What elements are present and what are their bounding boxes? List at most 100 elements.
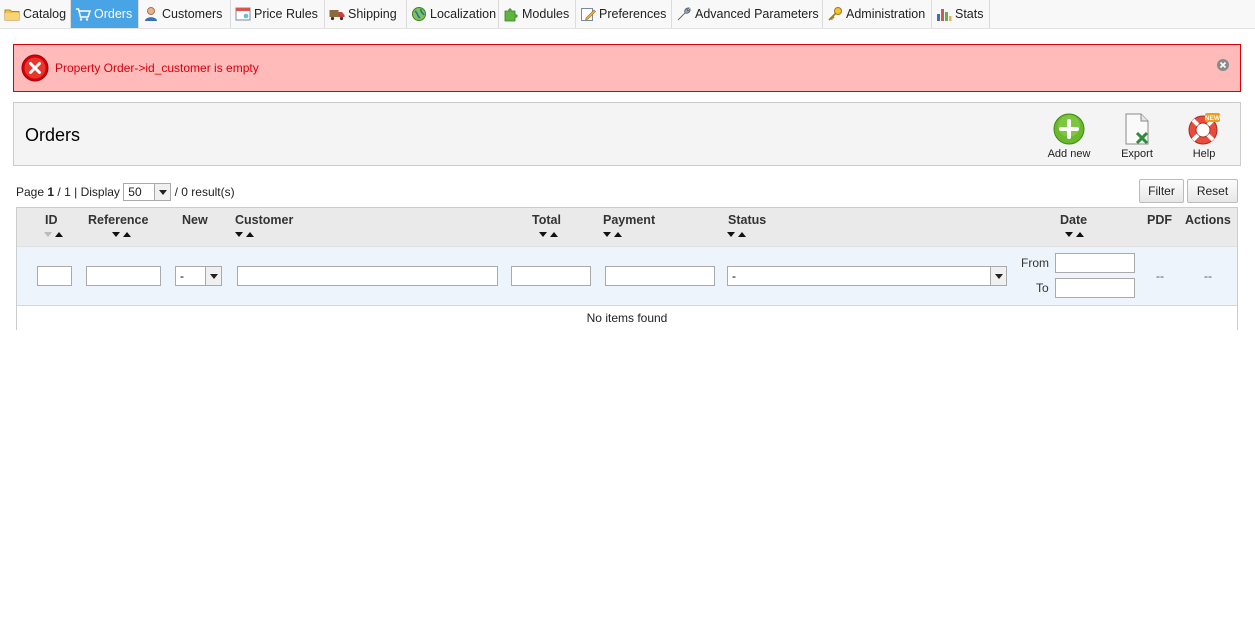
nav-item-modules[interactable]: Modules [499, 0, 576, 28]
nav-item-label: Administration [846, 7, 926, 21]
filter-new-value: - [180, 269, 184, 283]
nav-item-preferences[interactable]: Preferences [576, 0, 672, 28]
sort-desc-icon[interactable] [727, 232, 735, 237]
column-header-status: Status [728, 213, 767, 227]
column-header-total: Total [532, 213, 561, 227]
nav-item-label: Shipping [348, 7, 397, 21]
sort-asc-icon[interactable] [1076, 232, 1084, 237]
nav-item-catalog[interactable]: Catalog [0, 0, 71, 28]
sort-asc-icon[interactable] [614, 232, 622, 237]
chevron-down-icon [154, 184, 171, 200]
page-title: Orders [25, 125, 81, 145]
error-icon [21, 54, 49, 82]
nav-item-label: Advanced Parameters [695, 7, 819, 21]
sort-asc-icon[interactable] [550, 232, 558, 237]
filter-date-from-input[interactable] [1055, 253, 1135, 273]
sort-controls-customer [235, 232, 254, 237]
sort-controls-total [539, 232, 558, 237]
bar-chart-icon [936, 6, 952, 22]
export-icon [1120, 112, 1154, 146]
new-badge: NEW [1205, 115, 1221, 122]
sort-controls-payment [603, 232, 622, 237]
user-icon [143, 6, 159, 22]
nav-item-label: Price Rules [254, 7, 318, 21]
nav-item-customers[interactable]: Customers [139, 0, 231, 28]
nav-item-label: Modules [522, 7, 570, 21]
sort-desc-icon[interactable] [603, 232, 611, 237]
truck-icon [329, 6, 345, 22]
filter-id-input[interactable] [37, 266, 72, 286]
page-toolbar: Orders Add new Export NEW Help [13, 102, 1241, 166]
filter-new-select[interactable]: - [175, 266, 222, 286]
puzzle-icon [503, 6, 519, 22]
results-count: / 0 result(s) [174, 185, 235, 199]
help-button[interactable]: NEW Help [1174, 112, 1234, 164]
nav-item-shipping[interactable]: Shipping [325, 0, 407, 28]
nav-item-stats[interactable]: Stats [932, 0, 990, 28]
sort-desc-icon[interactable] [539, 232, 547, 237]
sort-desc-icon[interactable] [235, 232, 243, 237]
sort-desc-icon[interactable] [1065, 232, 1073, 237]
chevron-down-icon [205, 267, 221, 285]
orders-table: ID Reference New Customer Total Payment … [16, 207, 1238, 330]
sort-asc-icon[interactable] [123, 232, 131, 237]
export-button[interactable]: Export [1107, 112, 1167, 164]
nav-item-label: Stats [955, 7, 984, 21]
price-tag-icon [235, 6, 251, 22]
date-from-label: From [1021, 256, 1049, 270]
nav-item-administration[interactable]: Administration [823, 0, 932, 28]
reset-button[interactable]: Reset [1187, 179, 1238, 203]
nav-item-label: Catalog [23, 7, 67, 21]
column-header-pdf: PDF [1147, 213, 1172, 227]
column-header-actions: Actions [1185, 213, 1231, 227]
nav-item-label: Localization [430, 7, 497, 21]
add-new-label: Add new [1047, 148, 1091, 160]
add-icon [1052, 112, 1086, 146]
nav-item-advanced-parameters[interactable]: Advanced Parameters [672, 0, 823, 28]
filter-payment-input[interactable] [605, 266, 715, 286]
actions-filter-placeholder: -- [1204, 269, 1212, 283]
edit-icon [580, 6, 596, 22]
filter-reference-input[interactable] [86, 266, 161, 286]
nav-item-label: Preferences [599, 7, 667, 21]
sort-asc-icon[interactable] [246, 232, 254, 237]
display-label: | Display [74, 185, 120, 199]
nav-item-orders[interactable]: Orders [71, 0, 139, 28]
error-text: Property Order->id_customer is empty [55, 61, 259, 75]
help-icon: NEW [1187, 112, 1221, 146]
export-label: Export [1121, 148, 1153, 160]
filter-status-select[interactable]: - [727, 266, 1007, 286]
sort-asc-icon[interactable] [55, 232, 63, 237]
nav-item-price-rules[interactable]: Price Rules [231, 0, 325, 28]
nav-item-label: Orders [94, 7, 133, 21]
filter-total-input[interactable] [511, 266, 591, 286]
top-menu: Catalog Orders Customers Price Rules Shi… [0, 0, 1255, 29]
filter-button[interactable]: Filter [1139, 179, 1184, 203]
table-header-row: ID Reference New Customer Total Payment … [17, 208, 1237, 247]
wrench-icon [676, 6, 692, 22]
page-word: Page [16, 185, 45, 199]
sort-desc-icon[interactable] [44, 232, 52, 237]
close-icon[interactable] [1216, 58, 1230, 72]
total-pages: 1 [64, 185, 71, 199]
empty-state-row: No items found [17, 306, 1237, 330]
pdf-filter-placeholder: -- [1156, 269, 1164, 283]
pagination-info: Page 1 / 1 | Display 50 / 0 result(s) [16, 181, 235, 203]
nav-item-label: Customers [162, 7, 223, 21]
chevron-down-icon [990, 267, 1006, 285]
column-header-reference: Reference [88, 213, 149, 227]
filter-date-to-input[interactable] [1055, 278, 1135, 298]
column-header-new: New [182, 213, 208, 227]
nav-item-localization[interactable]: Localization [407, 0, 499, 28]
key-icon [827, 6, 843, 22]
sort-desc-icon[interactable] [112, 232, 120, 237]
folder-icon [4, 6, 20, 22]
per-page-select[interactable]: 50 [123, 183, 172, 201]
help-label: Help [1192, 148, 1216, 160]
sort-asc-icon[interactable] [738, 232, 746, 237]
column-header-payment: Payment [603, 213, 656, 227]
page-separator: / [57, 185, 61, 199]
filter-status-value: - [732, 269, 736, 283]
filter-customer-input[interactable] [237, 266, 498, 286]
add-new-button[interactable]: Add new [1039, 112, 1099, 164]
